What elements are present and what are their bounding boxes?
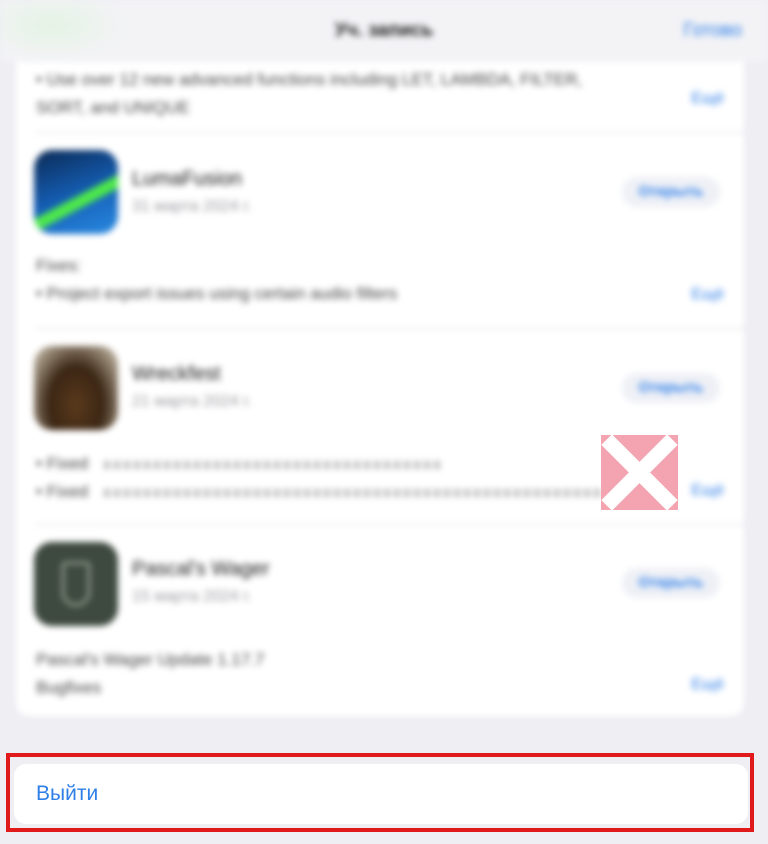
obscured-text	[104, 461, 444, 469]
release-notes: Fixes: • Project export issues using cer…	[36, 252, 656, 308]
highlight-frame	[6, 753, 754, 832]
obscured-text	[104, 489, 604, 497]
done-button[interactable]: Готово	[683, 20, 742, 42]
more-button[interactable]: Ещё	[691, 286, 724, 304]
app-name: Wreckfest	[132, 363, 221, 385]
wreckfest-app-icon[interactable]	[34, 346, 118, 430]
more-button[interactable]: Ещё	[691, 676, 724, 694]
app-name: Pascal's Wager	[132, 558, 270, 580]
blurred-background-content: Уч. запись Готово • Use over 12 new adva…	[0, 0, 768, 844]
release-notes-line: Fixes:	[36, 256, 82, 275]
open-button[interactable]: Открыть	[622, 177, 720, 207]
lumafusion-app-icon[interactable]	[34, 150, 118, 234]
divider	[36, 524, 744, 525]
more-button[interactable]: Ещё	[691, 90, 724, 108]
previous-app-notes: • Use over 12 new advanced functions inc…	[36, 70, 583, 117]
app-name: LumaFusion	[132, 168, 243, 190]
more-button[interactable]: Ещё	[691, 482, 724, 500]
navigation-bar: Уч. запись Готово	[0, 0, 768, 62]
divider	[36, 328, 744, 329]
updates-card: • Use over 12 new advanced functions inc…	[16, 62, 744, 716]
pascals-wager-app-icon[interactable]	[34, 542, 118, 626]
release-notes: • Fixed • Fixed	[36, 450, 656, 506]
release-notes-line: • Project export issues using certain au…	[36, 284, 398, 303]
open-button[interactable]: Открыть	[622, 568, 720, 598]
app-date: 15 марта 2024 г.	[132, 588, 252, 605]
release-notes-line: Bugfixes	[36, 678, 102, 697]
close-icon[interactable]	[601, 435, 678, 510]
divider	[36, 132, 744, 133]
app-date: 31 марта 2024 г.	[132, 198, 252, 215]
release-notes-line: Pascal's Wager Update 1.17.7	[36, 650, 265, 669]
page-title: Уч. запись	[334, 20, 434, 41]
open-button[interactable]: Открыть	[622, 373, 720, 403]
release-notes: Pascal's Wager Update 1.17.7 Bugfixes	[36, 646, 656, 702]
app-date: 21 марта 2024 г.	[132, 393, 252, 410]
